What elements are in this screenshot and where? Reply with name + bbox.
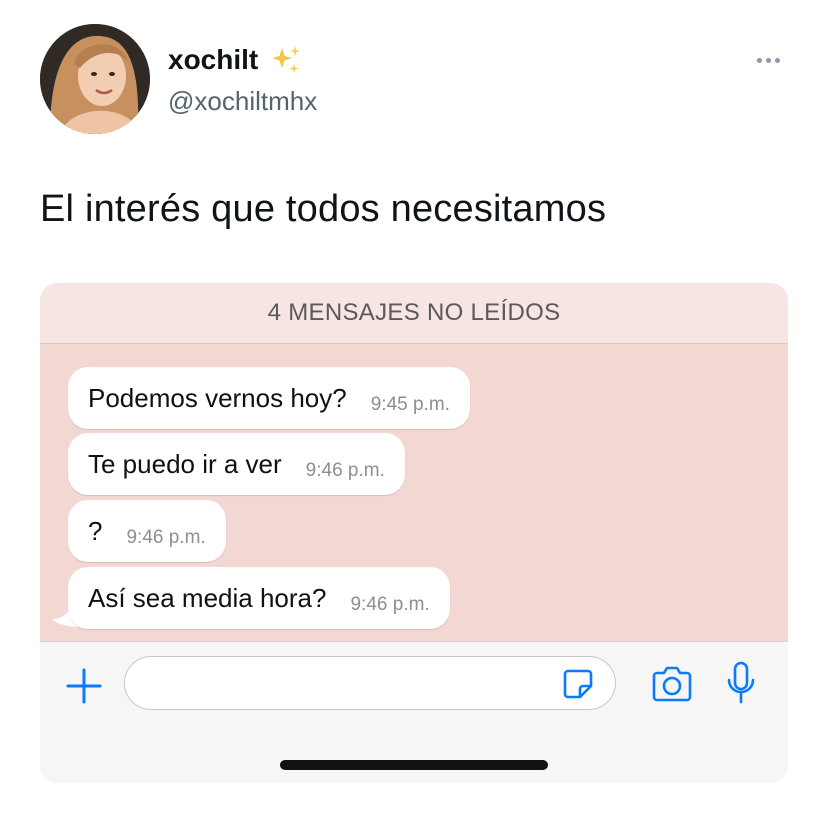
message-text: ? — [88, 515, 103, 546]
author-name[interactable]: xochilt — [168, 42, 304, 78]
sticker-icon[interactable] — [562, 668, 594, 700]
home-indicator — [280, 760, 548, 770]
avatar[interactable] — [40, 24, 150, 134]
unread-messages-banner: 4 MENSAJES NO LEÍDOS — [40, 283, 788, 344]
message-time: 9:46 p.m. — [305, 460, 385, 481]
message-time: 9:45 p.m. — [370, 394, 450, 415]
chat-message: Así sea media hora? 9:46 p.m. — [68, 567, 450, 629]
tweet-media-image[interactable]: 4 MENSAJES NO LEÍDOS Podemos vernos hoy?… — [40, 283, 788, 783]
tweet-text: El interés que todos necesitamos — [40, 188, 607, 230]
message-text: Así sea media hora? — [88, 582, 327, 613]
sparkles-icon — [268, 42, 304, 78]
message-time: 9:46 p.m. — [126, 527, 206, 548]
chat-message: Podemos vernos hoy? 9:45 p.m. — [68, 367, 470, 429]
message-input[interactable] — [124, 656, 616, 710]
chat-message: ? 9:46 p.m. — [68, 500, 226, 562]
plus-icon[interactable] — [64, 666, 104, 706]
more-options-icon[interactable] — [752, 50, 784, 70]
author-name-text: xochilt — [168, 44, 259, 75]
message-time: 9:46 p.m. — [350, 594, 430, 615]
message-text: Podemos vernos hoy? — [88, 382, 347, 413]
message-text: Te puedo ir a ver — [88, 448, 282, 479]
author-handle[interactable]: @xochiltmhx — [168, 86, 317, 117]
microphone-icon[interactable] — [724, 660, 758, 706]
chat-message: Te puedo ir a ver 9:46 p.m. — [68, 433, 405, 495]
camera-icon[interactable] — [650, 664, 694, 704]
message-input-bar — [40, 641, 788, 783]
